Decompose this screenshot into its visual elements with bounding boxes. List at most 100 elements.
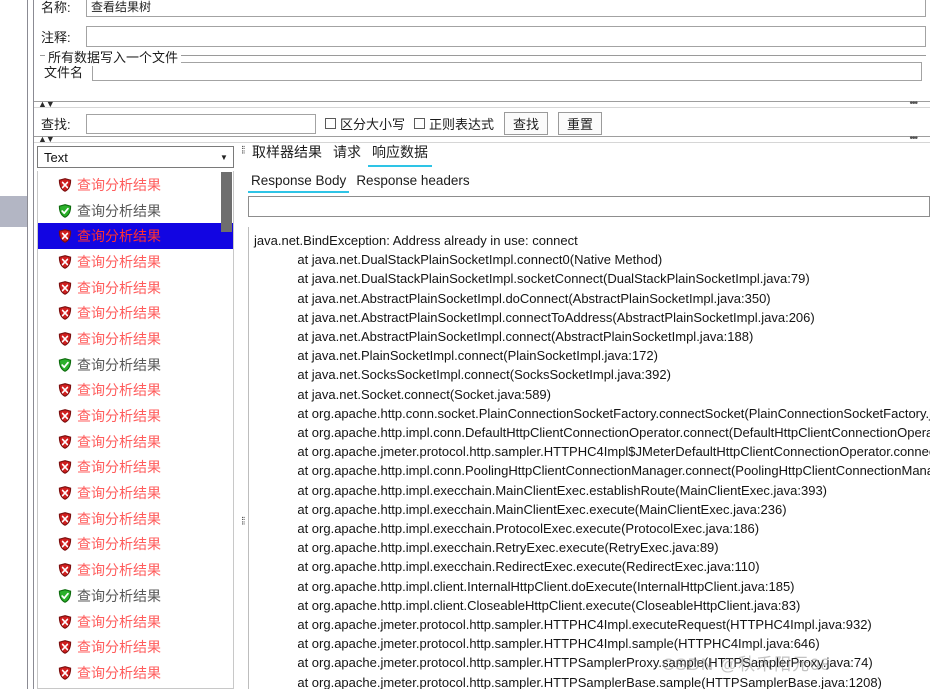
- tree-item-0[interactable]: 查询分析结果: [38, 172, 233, 198]
- write-all-data-to-file-group: 所有数据写入一个文件 文件名: [40, 47, 926, 93]
- shield-error-icon: [58, 280, 72, 295]
- tab-2[interactable]: 响应数据: [368, 140, 432, 167]
- tab-0[interactable]: 取样器结果: [248, 140, 326, 167]
- tree-item-18[interactable]: 查询分析结果: [38, 634, 233, 660]
- tree-item-label: 查询分析结果: [77, 614, 161, 631]
- tree-item-4[interactable]: 查询分析结果: [38, 275, 233, 301]
- shield-success-icon: [58, 203, 72, 218]
- tree-item-10[interactable]: 查询分析结果: [38, 429, 233, 455]
- name-row: 名称:: [34, 0, 930, 18]
- tree-item-9[interactable]: 查询分析结果: [38, 403, 233, 429]
- response-line-0: java.net.BindException: Address already …: [254, 233, 578, 248]
- response-line-20: at org.apache.jmeter.protocol.http.sampl…: [254, 617, 872, 633]
- left-gutter-rail: [27, 0, 28, 689]
- listener-config-form: 名称: 注释: 所有数据写入一个文件 文件名: [34, 0, 930, 103]
- response-line-22: at org.apache.jmeter.protocol.http.sampl…: [254, 655, 873, 671]
- response-line-6: at java.net.PlainSocketImpl.connect(Plai…: [254, 348, 658, 364]
- response-search-input[interactable]: [248, 196, 930, 217]
- name-input[interactable]: [86, 0, 926, 17]
- find-button[interactable]: 查找: [504, 112, 549, 135]
- response-line-9: at org.apache.http.conn.socket.PlainConn…: [254, 405, 930, 421]
- shield-success-icon: [58, 588, 72, 603]
- tree-item-17[interactable]: 查询分析结果: [38, 609, 233, 635]
- name-label: 名称:: [41, 0, 71, 15]
- tree-item-label: 查询分析结果: [77, 229, 161, 246]
- shield-error-icon: [58, 383, 72, 398]
- comment-row: 注释:: [34, 24, 930, 48]
- tree-item-label: 查询分析结果: [77, 357, 161, 374]
- tree-item-label: 查询分析结果: [77, 254, 161, 271]
- response-line-10: at org.apache.http.impl.conn.DefaultHttp…: [254, 425, 930, 441]
- results-tree-list: 查询分析结果 查询分析结果 查询分析结果 查询分析结果 查询分析结果 查询分析结果 查询分析…: [38, 171, 233, 688]
- shield-error-icon: [58, 537, 72, 552]
- tree-item-label: 查询分析结果: [77, 665, 161, 682]
- subtab-1[interactable]: Response headers: [353, 171, 472, 193]
- tree-item-3[interactable]: 查询分析结果: [38, 249, 233, 275]
- tree-item-6[interactable]: 查询分析结果: [38, 326, 233, 352]
- tree-item-label: 查询分析结果: [77, 486, 161, 503]
- tab-1[interactable]: 请求: [329, 140, 365, 167]
- filename-input[interactable]: [92, 62, 922, 81]
- regex-checkbox[interactable]: 正则表达式: [414, 114, 494, 133]
- renderer-dropdown[interactable]: Text ▼: [37, 146, 234, 168]
- reset-button[interactable]: 重置: [558, 112, 603, 135]
- tree-item-label: 查询分析结果: [77, 306, 161, 323]
- tree-vertical-scrollbar-thumb[interactable]: [221, 172, 232, 232]
- response-line-7: at java.net.SocksSocketImpl.connect(Sock…: [254, 367, 671, 383]
- tree-item-1[interactable]: 查询分析结果: [38, 198, 233, 224]
- shield-error-icon: [58, 511, 72, 526]
- search-input[interactable]: [86, 113, 316, 134]
- tree-item-label: 查询分析结果: [77, 511, 161, 528]
- split-divider-middle[interactable]: ▲▼ •••: [34, 134, 930, 144]
- shield-success-icon: [58, 357, 72, 372]
- response-line-4: at java.net.AbstractPlainSocketImpl.conn…: [254, 309, 815, 325]
- comment-input[interactable]: [86, 25, 926, 47]
- results-tree-scrollpane[interactable]: 查询分析结果 查询分析结果 查询分析结果 查询分析结果 查询分析结果 查询分析结果 查询分析…: [37, 171, 234, 689]
- split-grip-icon[interactable]: •••: [909, 99, 917, 109]
- checkbox-box-icon: [414, 118, 426, 129]
- response-line-11: at org.apache.jmeter.protocol.http.sampl…: [297, 444, 930, 460]
- response-line-5: at java.net.AbstractPlainSocketImpl.conn…: [254, 329, 754, 345]
- split-divider-top[interactable]: ▲▼ •••: [34, 99, 930, 109]
- shield-error-icon: [58, 255, 72, 269]
- checkbox-box-icon: [325, 118, 336, 129]
- tree-item-5[interactable]: 查询分析结果: [38, 300, 233, 326]
- tree-item-label: 查询分析结果: [77, 563, 161, 580]
- response-line-19: at org.apache.http.impl.client.Closeable…: [254, 597, 801, 613]
- response-line-14: at org.apache.http.impl.execchain.MainCl…: [254, 501, 787, 517]
- shield-error-icon: [58, 640, 72, 655]
- tree-item-label: 查询分析结果: [77, 409, 161, 426]
- tree-item-19[interactable]: 查询分析结果: [38, 660, 233, 686]
- left-gutter-highlight: [0, 196, 27, 227]
- results-tree-panel: Text ▼ 查询分析结果 查询分析结果 查询分析结果 查询分析结果 查询分析结果 查询分…: [34, 143, 239, 689]
- subtab-0[interactable]: Response Body: [248, 171, 350, 193]
- tree-item-2[interactable]: 查询分析结果: [38, 223, 233, 250]
- response-line-12: at org.apache.http.impl.conn.PoolingHttp…: [297, 463, 930, 479]
- tree-item-12[interactable]: 查询分析结果: [38, 480, 233, 506]
- tree-item-label: 查询分析结果: [77, 640, 161, 657]
- search-toolbar: 查找: 区分大小写 正则表达式 查找 重置: [34, 110, 930, 137]
- response-line-8: at java.net.Socket.connect(Socket.java:5…: [254, 386, 551, 402]
- shield-error-icon: [58, 434, 72, 449]
- renderer-selected-value: Text: [44, 149, 68, 165]
- split-arrows-icon[interactable]: ▲▼: [38, 100, 55, 109]
- response-line-15: at org.apache.http.impl.execchain.Protoc…: [254, 521, 760, 537]
- tree-item-15[interactable]: 查询分析结果: [38, 557, 233, 583]
- tree-item-label: 查询分析结果: [77, 383, 161, 400]
- response-body-text[interactable]: java.net.BindException: Address already …: [248, 227, 930, 689]
- shield-error-icon: [58, 409, 72, 423]
- response-line-13: at org.apache.http.impl.execchain.MainCl…: [254, 482, 828, 498]
- tree-item-label: 查询分析结果: [77, 537, 161, 554]
- case-sensitive-label: 区分大小写: [340, 117, 406, 132]
- tree-item-14[interactable]: 查询分析结果: [38, 532, 233, 558]
- tree-item-label: 查询分析结果: [77, 331, 161, 348]
- tree-item-11[interactable]: 查询分析结果: [38, 455, 233, 481]
- tree-item-13[interactable]: 查询分析结果: [38, 506, 233, 532]
- tree-item-8[interactable]: 查询分析结果: [38, 378, 233, 404]
- shield-error-icon: [58, 614, 72, 629]
- tree-item-16[interactable]: 查询分析结果: [38, 583, 233, 609]
- response-line-3: at java.net.AbstractPlainSocketImpl.doCo…: [254, 290, 771, 306]
- case-sensitive-checkbox[interactable]: 区分大小写: [325, 114, 405, 133]
- response-line-2: at java.net.DualStackPlainSocketImpl.soc…: [254, 271, 810, 287]
- tree-item-7[interactable]: 查询分析结果: [38, 352, 233, 378]
